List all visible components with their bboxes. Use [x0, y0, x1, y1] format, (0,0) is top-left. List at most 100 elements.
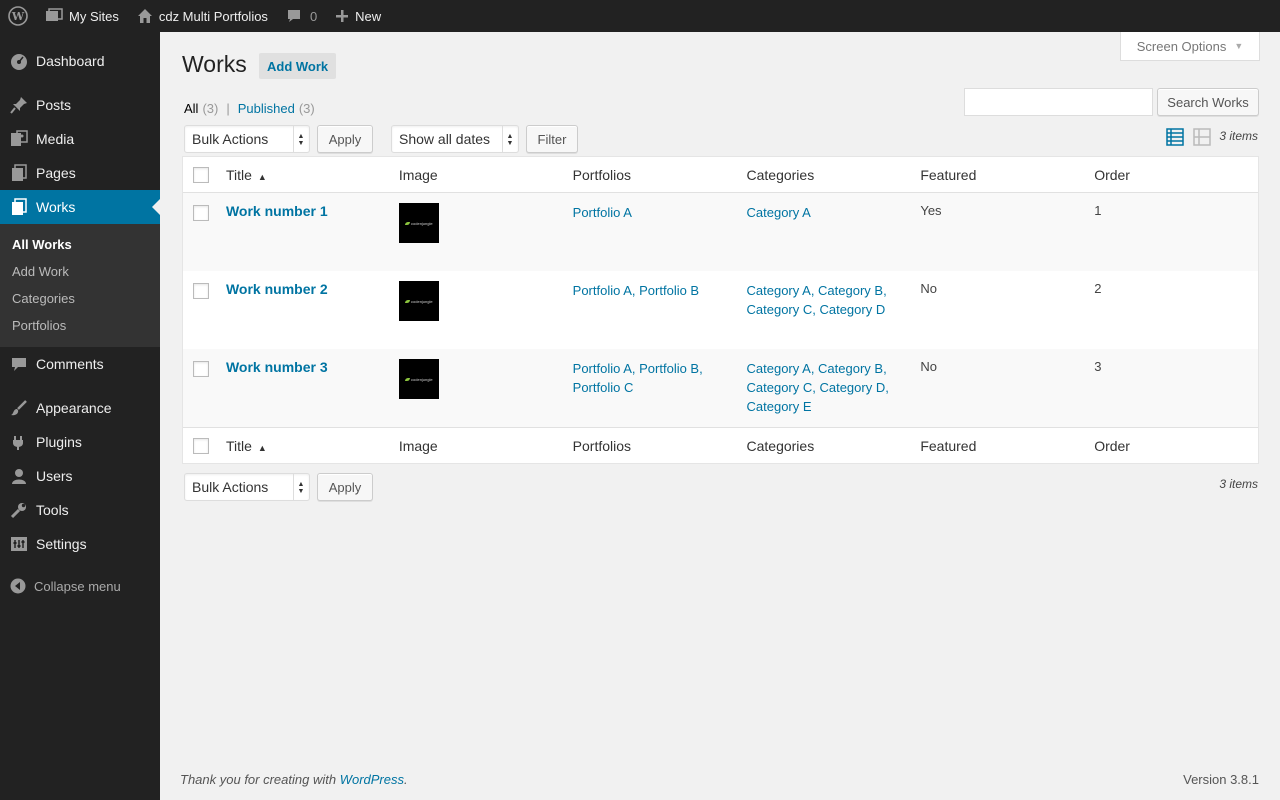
menu-media[interactable]: Media — [0, 122, 160, 156]
menu-label: Appearance — [36, 400, 112, 416]
excerpt-view-icon[interactable] — [1193, 128, 1211, 146]
row-checkbox[interactable] — [193, 283, 209, 299]
wrench-icon — [10, 501, 28, 519]
apply-button[interactable]: Apply — [317, 125, 373, 153]
sort-up-icon: ▲ — [257, 442, 267, 453]
order-value: 3 — [1094, 359, 1102, 374]
filter-all-link[interactable]: All — [184, 101, 198, 116]
row-checkbox[interactable] — [193, 205, 209, 221]
order-value: 1 — [1094, 203, 1102, 218]
wordpress-logo-icon[interactable]: W — [0, 0, 36, 32]
menu-appearance[interactable]: Appearance — [0, 391, 160, 425]
menu-works[interactable]: Works — [0, 190, 160, 224]
thumb-logo-text: codenjungle — [411, 220, 433, 226]
column-title-footer[interactable]: Title ▲ — [226, 438, 399, 454]
list-view-icon[interactable] — [1166, 128, 1184, 146]
portfolio-links[interactable]: Portfolio C — [573, 378, 747, 397]
row-checkbox[interactable] — [193, 361, 209, 377]
featured-value: No — [920, 281, 937, 296]
filter-published-count: (3) — [298, 101, 315, 116]
work-title-link[interactable]: Work number 2 — [226, 281, 328, 297]
leaf-logo-icon — [405, 377, 411, 381]
menu-pages[interactable]: Pages — [0, 156, 160, 190]
column-image-footer: Image — [398, 437, 438, 454]
work-thumbnail[interactable]: codenjungle — [398, 359, 439, 399]
category-links[interactable]: Category A, Category B, — [747, 359, 921, 378]
column-order-footer: Order — [1094, 437, 1130, 454]
work-title-link[interactable]: Work number 1 — [226, 203, 328, 219]
select-all-checkbox[interactable] — [193, 166, 209, 183]
pin-icon — [10, 96, 28, 114]
column-order: Order — [1094, 166, 1130, 183]
work-thumbnail[interactable]: codenjungle — [398, 203, 439, 243]
pages-icon — [10, 164, 28, 182]
column-portfolios: Portfolios — [572, 166, 632, 183]
main-content: Screen Options ▼ Works Add Work All (3) … — [160, 32, 1280, 800]
category-links[interactable]: Category A, Category B, — [747, 281, 921, 300]
menu-label: Comments — [36, 356, 104, 372]
site-name-menu[interactable]: cdz Multi Portfolios — [128, 0, 277, 32]
work-thumbnail[interactable]: codenjungle — [398, 281, 439, 321]
comment-icon — [10, 355, 28, 373]
submenu-all-works[interactable]: All Works — [0, 231, 160, 258]
column-categories-footer: Categories — [746, 437, 815, 454]
category-links[interactable]: Category E — [747, 397, 921, 416]
category-links[interactable]: Category A — [747, 203, 921, 222]
select-all-checkbox-footer[interactable] — [193, 437, 209, 454]
submenu-portfolios[interactable]: Portfolios — [0, 312, 160, 339]
column-title[interactable]: Title ▲ — [226, 167, 399, 183]
menu-plugins[interactable]: Plugins — [0, 425, 160, 459]
filter-button[interactable]: Filter — [526, 125, 578, 153]
search-works-button[interactable]: Search Works — [1157, 88, 1259, 116]
screen-options-button[interactable]: Screen Options ▼ — [1120, 32, 1260, 61]
select-arrows-icon: ▲ ▼ — [506, 133, 514, 147]
works-submenu: All Works Add Work Categories Portfolios — [0, 224, 160, 347]
portfolio-links[interactable]: Portfolio A, Portfolio B, — [573, 359, 747, 378]
menu-label: Plugins — [36, 434, 82, 450]
search-input[interactable] — [964, 88, 1153, 116]
footer-thanks-suffix: . — [404, 772, 408, 787]
menu-users[interactable]: Users — [0, 459, 160, 493]
my-sites-label: My Sites — [69, 8, 119, 24]
bulk-actions-value: Bulk Actions — [192, 479, 269, 495]
menu-label: Dashboard — [36, 53, 105, 69]
menu-label: Tools — [36, 502, 69, 518]
add-work-button[interactable]: Add Work — [259, 53, 337, 79]
menu-posts[interactable]: Posts — [0, 88, 160, 122]
table-footer: Title ▲ Image Portfolios Categories Featu… — [183, 427, 1258, 463]
date-filter-value: Show all dates — [399, 131, 491, 147]
status-filter-links: All (3) | Published (3) — [184, 101, 315, 116]
date-filter-select[interactable]: Show all dates ▲ ▼ — [391, 125, 519, 153]
menu-dashboard[interactable]: Dashboard — [0, 44, 160, 78]
comments-menu[interactable]: 0 — [277, 0, 326, 32]
category-links[interactable]: Category C, Category D, — [747, 378, 921, 397]
table-row: Work number 3 codenjungle Portfolio A, P… — [183, 349, 1258, 427]
page-title: Works — [182, 51, 247, 77]
screen-options-label: Screen Options — [1136, 38, 1227, 54]
bulk-actions-select-bottom[interactable]: Bulk Actions ▲ ▼ — [184, 473, 310, 501]
menu-settings[interactable]: Settings — [0, 527, 160, 561]
apply-button-bottom[interactable]: Apply — [317, 473, 373, 501]
category-links[interactable]: Category C, Category D — [747, 300, 921, 319]
work-title-link[interactable]: Work number 3 — [226, 359, 328, 375]
menu-comments[interactable]: Comments — [0, 347, 160, 381]
submenu-add-work[interactable]: Add Work — [0, 258, 160, 285]
filter-published-link[interactable]: Published — [238, 101, 295, 116]
new-content-menu[interactable]: New — [326, 0, 390, 32]
svg-text:W: W — [11, 10, 25, 23]
column-categories: Categories — [746, 166, 815, 183]
wordpress-link[interactable]: WordPress — [340, 772, 404, 787]
footer-thanks: Thank you for creating with WordPress. — [180, 772, 408, 787]
submenu-categories[interactable]: Categories — [0, 285, 160, 312]
filter-all-count: (3) — [202, 101, 219, 116]
items-count-top: 3 items — [1219, 129, 1258, 143]
bulk-actions-select[interactable]: Bulk Actions ▲ ▼ — [184, 125, 310, 153]
portfolio-links[interactable]: Portfolio A, Portfolio B — [573, 281, 747, 300]
select-arrows-icon: ▲ ▼ — [297, 481, 305, 495]
portfolio-links[interactable]: Portfolio A — [573, 203, 747, 222]
menu-tools[interactable]: Tools — [0, 493, 160, 527]
my-sites-menu[interactable]: My Sites — [36, 0, 128, 32]
collapse-menu-button[interactable]: Collapse menu — [0, 569, 160, 603]
leaf-logo-icon — [405, 221, 411, 225]
admin-bar: W My Sites cdz Multi Portfolios 0 New — [0, 0, 1280, 32]
